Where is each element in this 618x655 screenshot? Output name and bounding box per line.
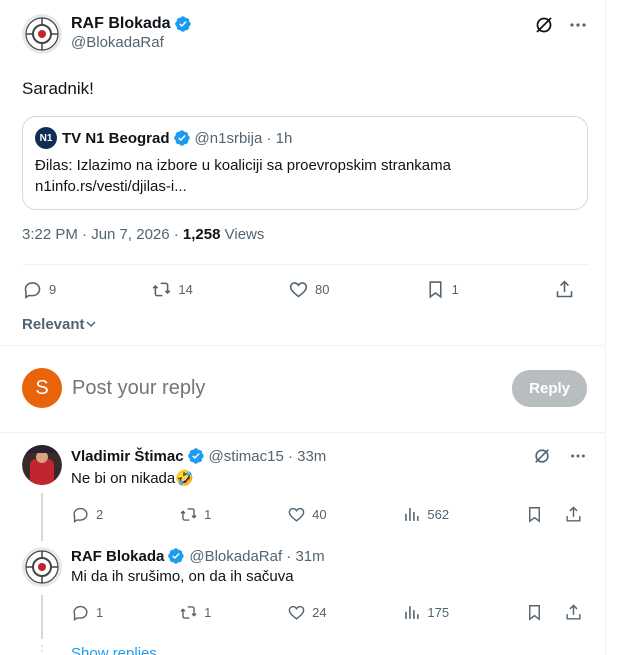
main-tweet: RAF Blokada @BlokadaRaf Saradnik! N1 TV … xyxy=(0,0,605,335)
more-options-icon[interactable] xyxy=(567,445,589,467)
views-count: 562 xyxy=(427,506,450,522)
reply-meta: @stimac15 · 33m xyxy=(208,447,327,465)
reply-submit-button[interactable]: Reply xyxy=(512,369,587,407)
quote-link: n1info.rs/vesti/djilas-i... xyxy=(35,178,187,195)
repost-icon xyxy=(153,282,171,296)
reply-sort-dropdown[interactable]: Relevant xyxy=(22,313,589,335)
reply-button[interactable]: 1 xyxy=(71,603,103,622)
share-icon xyxy=(566,505,581,522)
author-name[interactable]: RAF Blokada xyxy=(71,15,171,33)
reply-count: 2 xyxy=(96,506,104,522)
share-button[interactable] xyxy=(554,279,581,300)
views-count: 1,258 xyxy=(182,226,221,243)
chevron-down-icon xyxy=(86,321,96,328)
like-count: 24 xyxy=(312,604,327,620)
reply-icon xyxy=(73,507,88,523)
post-detail-page: RAF Blokada @BlokadaRaf Saradnik! N1 TV … xyxy=(0,0,606,655)
reply-text: Ne bi on nikada🤣 xyxy=(71,470,194,487)
avatar[interactable] xyxy=(22,14,62,54)
repost-button[interactable]: 1 xyxy=(179,505,211,524)
reply-composer: S Reply xyxy=(0,346,605,432)
heart-icon xyxy=(289,281,308,298)
show-replies-link[interactable]: Show replies xyxy=(71,645,157,655)
thread-dots xyxy=(22,644,62,655)
tweet-text: Saradnik! xyxy=(22,79,94,98)
reply-author-name[interactable]: RAF Blokada xyxy=(71,548,164,565)
reply-icon xyxy=(24,281,41,299)
like-button[interactable]: 24 xyxy=(287,603,327,622)
reply-post[interactable]: Vladimir Štimac @stimac15 · 33m Ne bi on… xyxy=(0,433,605,535)
reply-thread: Vladimir Štimac @stimac15 · 33m Ne bi on… xyxy=(0,433,605,655)
author-handle[interactable]: @BlokadaRaf xyxy=(71,34,192,51)
reply-input[interactable] xyxy=(72,376,513,400)
bookmark-button[interactable] xyxy=(525,603,550,622)
quote-meta: @n1srbija · 1h xyxy=(194,129,293,147)
bookmark-icon xyxy=(528,506,540,523)
bookmark-count: 1 xyxy=(451,281,459,297)
reply-button[interactable]: 9 xyxy=(22,279,56,300)
reply-post[interactable]: RAF Blokada @BlokadaRaf · 31m Mi da ih s… xyxy=(0,535,605,633)
bookmark-button[interactable] xyxy=(525,505,550,524)
avatar[interactable]: S xyxy=(22,368,62,408)
avatar[interactable] xyxy=(22,445,62,485)
share-icon xyxy=(566,603,581,620)
like-button[interactable]: 40 xyxy=(287,505,327,524)
share-icon xyxy=(556,280,573,297)
repost-icon xyxy=(180,605,197,619)
quote-text-line1: Đilas: Izlazimo na izbore u koaliciji sa… xyxy=(35,157,451,174)
reply-count: 1 xyxy=(96,604,104,620)
show-replies-row: Show replies xyxy=(0,633,605,655)
repost-button[interactable]: 1 xyxy=(179,603,211,622)
tweet-header: RAF Blokada @BlokadaRaf xyxy=(22,12,589,64)
n1-logo-avatar: N1 xyxy=(35,127,57,149)
reply-count: 9 xyxy=(49,281,57,297)
bookmark-icon xyxy=(429,280,442,299)
post-timestamp: 3:22 PM · Jun 7, 2026 · 1,258 Views xyxy=(22,226,589,248)
engagement-bar: 9 14 80 1 xyxy=(22,265,589,313)
avatar[interactable] xyxy=(22,547,62,587)
views-button[interactable]: 562 xyxy=(402,505,449,524)
bookmark-button[interactable]: 1 xyxy=(425,279,459,300)
repost-icon xyxy=(180,507,197,521)
heart-icon xyxy=(288,507,305,522)
repost-button[interactable]: 14 xyxy=(151,279,193,300)
views-button[interactable]: 175 xyxy=(402,603,449,622)
share-button[interactable] xyxy=(564,603,589,622)
timestamp-text[interactable]: 3:22 PM · Jun 7, 2026 · xyxy=(22,226,183,243)
reply-author-name[interactable]: Vladimir Štimac xyxy=(71,448,184,465)
bookmark-icon xyxy=(528,604,540,621)
like-count: 80 xyxy=(314,281,330,297)
reply-engagement-bar: 1 1 24 175 xyxy=(71,591,589,633)
like-count: 40 xyxy=(312,506,327,522)
share-button[interactable] xyxy=(564,505,589,524)
reply-icon xyxy=(73,605,88,621)
heart-icon xyxy=(288,605,305,620)
repost-count: 1 xyxy=(204,604,212,620)
like-button[interactable]: 80 xyxy=(288,279,329,300)
verified-badge-icon xyxy=(168,548,185,564)
verified-badge-icon xyxy=(187,448,204,464)
quote-author-name: TV N1 Beograd xyxy=(62,129,170,147)
more-options-icon[interactable] xyxy=(567,14,589,36)
views-count: 175 xyxy=(427,604,450,620)
verified-badge-icon xyxy=(174,16,191,32)
analytics-icon xyxy=(405,507,420,521)
reply-button[interactable]: 2 xyxy=(71,505,103,524)
grok-icon[interactable] xyxy=(533,14,555,36)
sort-label: Relevant xyxy=(22,315,85,333)
grok-icon[interactable] xyxy=(531,445,553,467)
reply-text: Mi da ih srušimo, on da ih sačuva xyxy=(71,568,294,585)
verified-badge-icon xyxy=(173,130,190,146)
repost-count: 1 xyxy=(204,506,212,522)
reply-engagement-bar: 2 1 40 562 xyxy=(71,493,589,535)
reply-meta: @BlokadaRaf · 31m xyxy=(189,547,325,565)
analytics-icon xyxy=(405,605,420,619)
repost-count: 14 xyxy=(178,281,193,297)
views-label: Views xyxy=(220,226,265,243)
quoted-post[interactable]: N1 TV N1 Beograd @n1srbija · 1h Đilas: I… xyxy=(22,116,588,210)
